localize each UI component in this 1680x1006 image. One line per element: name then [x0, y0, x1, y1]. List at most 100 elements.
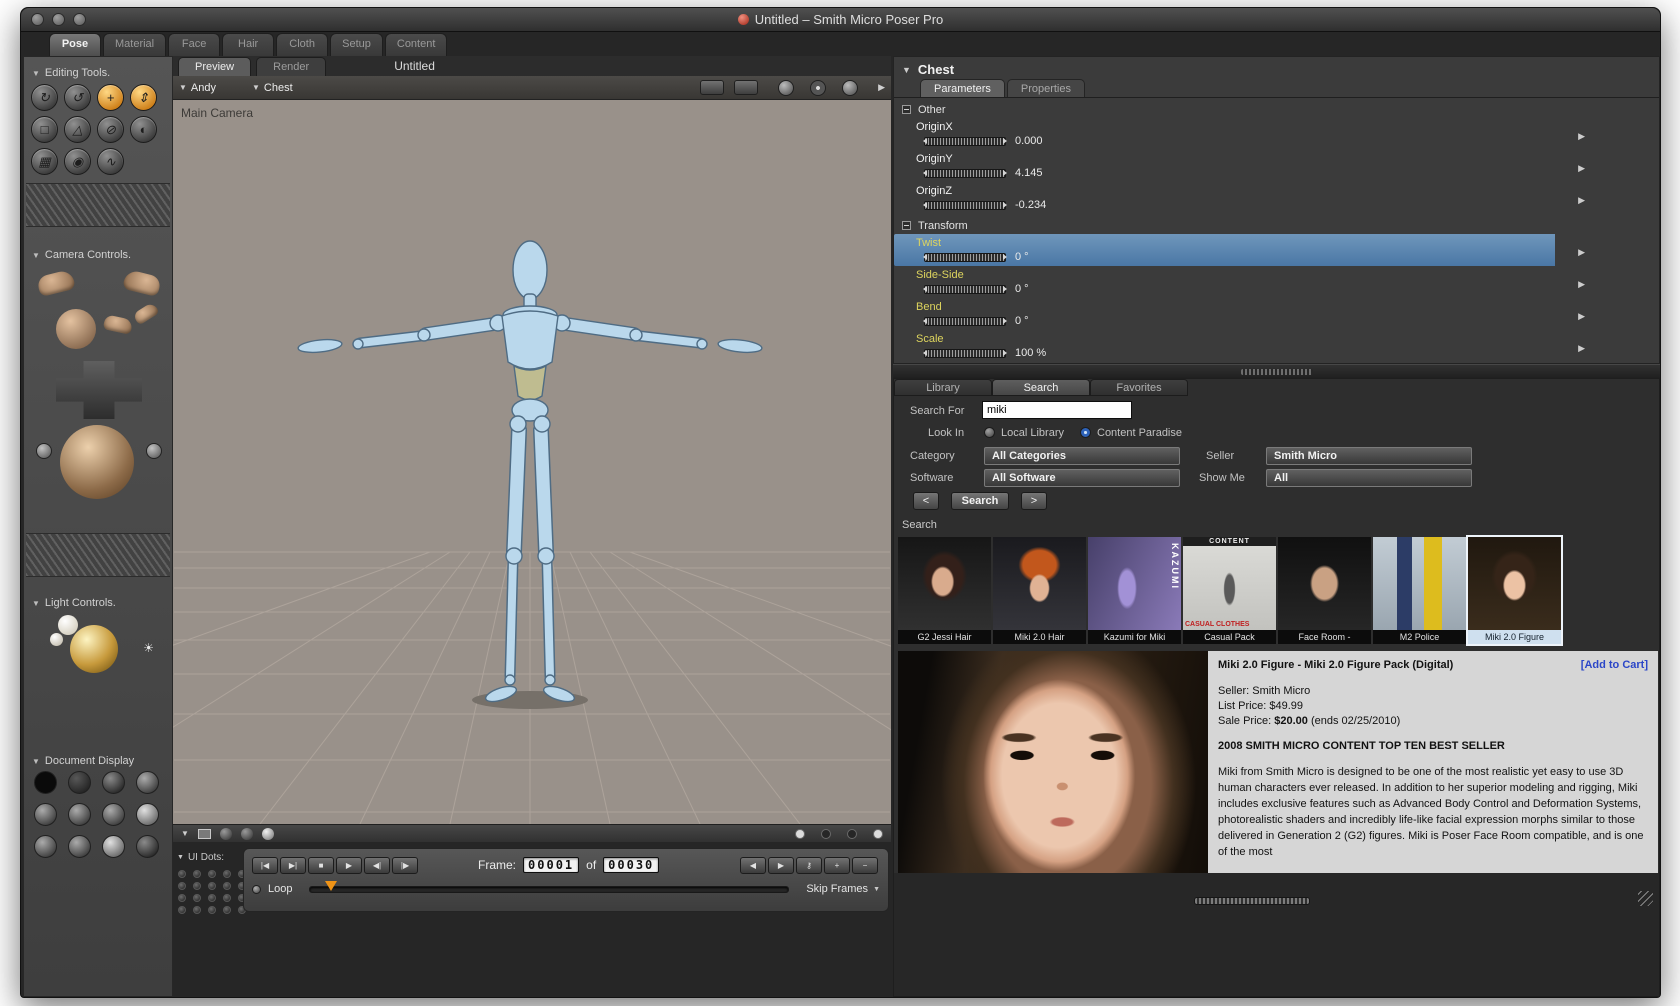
- next-page-button[interactable]: >: [1021, 492, 1047, 510]
- horizontal-scrollbar[interactable]: [1194, 897, 1310, 905]
- current-frame-field[interactable]: 00001: [523, 857, 580, 873]
- selected-part-header[interactable]: ▼ Chest: [894, 57, 1659, 79]
- group-other-header[interactable]: Other: [894, 98, 1659, 118]
- param-label[interactable]: OriginY: [916, 153, 1659, 165]
- display-style-dot-1[interactable]: [795, 828, 805, 839]
- seller-select[interactable]: Smith Micro: [1266, 447, 1472, 465]
- param-label[interactable]: OriginZ: [916, 185, 1659, 197]
- ui-dots-header[interactable]: ▼ UI Dots:: [173, 852, 239, 863]
- camera-hand-left-icon[interactable]: [36, 268, 76, 298]
- tab-preview[interactable]: Preview: [178, 57, 252, 76]
- display-style-dot-4[interactable]: [873, 828, 883, 839]
- tab-render[interactable]: Render: [256, 57, 327, 76]
- light-indicator-1[interactable]: [58, 615, 78, 635]
- delete-keyframe-button[interactable]: −: [852, 856, 878, 874]
- display-style-outline[interactable]: [68, 771, 91, 794]
- param-menu-arrow[interactable]: ▶: [1578, 195, 1585, 206]
- param-dial[interactable]: [923, 252, 1007, 262]
- camera-hand-right-icon[interactable]: [122, 268, 162, 298]
- ui-dot[interactable]: [208, 870, 216, 878]
- camera-trackball[interactable]: [60, 425, 134, 499]
- show-me-select[interactable]: All: [1266, 469, 1472, 487]
- light-trackball[interactable]: [70, 625, 118, 673]
- display-style-wireframe[interactable]: [102, 771, 125, 794]
- add-to-cart-link[interactable]: [Add to Cart]: [1581, 658, 1648, 673]
- search-input[interactable]: [982, 401, 1132, 419]
- stop-button[interactable]: ■: [308, 856, 334, 874]
- tab-material[interactable]: Material: [103, 33, 167, 56]
- viewport-canvas[interactable]: Main Camera: [173, 100, 891, 824]
- tab-cloth[interactable]: Cloth: [276, 33, 329, 56]
- param-dial[interactable]: [923, 136, 1007, 146]
- tab-parameters[interactable]: Parameters: [920, 79, 1005, 97]
- color-tool-button[interactable]: ◐: [130, 116, 157, 143]
- param-label[interactable]: Bend: [916, 301, 1659, 313]
- taper-tool-button[interactable]: △: [64, 116, 91, 143]
- lit-preview-ball[interactable]: [261, 827, 274, 840]
- display-style-dot-3[interactable]: [847, 828, 857, 839]
- splitter-grip[interactable]: [1240, 369, 1313, 375]
- resize-grip[interactable]: [1638, 891, 1653, 906]
- ui-dot[interactable]: [193, 870, 201, 878]
- param-value[interactable]: 0 °: [1015, 251, 1029, 263]
- editing-tools-header[interactable]: ▼ Editing Tools.: [32, 67, 110, 79]
- result-thumb-miki-figure[interactable]: Miki 2.0 Figure: [1466, 535, 1563, 646]
- translate-tool-button[interactable]: +: [97, 84, 124, 111]
- light-controls-header[interactable]: ▼ Light Controls.: [32, 597, 116, 609]
- bodypart-menu[interactable]: ▼ Chest: [252, 82, 293, 94]
- display-style-cartoon[interactable]: [136, 803, 159, 826]
- param-dial[interactable]: [923, 168, 1007, 178]
- view-magnifier-tool-button[interactable]: ◉: [64, 148, 91, 175]
- result-thumb-kazumi[interactable]: KAZUMI Kazumi for Miki: [1088, 537, 1181, 644]
- param-label[interactable]: Twist: [916, 237, 1659, 249]
- translate-inout-tool-button[interactable]: ⇕: [130, 84, 157, 111]
- twist-tool-button[interactable]: ↺: [64, 84, 91, 111]
- light-create-icon[interactable]: ☀: [143, 641, 154, 655]
- left-hand-camera-icon[interactable]: [102, 314, 134, 335]
- morphing-tool-button[interactable]: ∿: [97, 148, 124, 175]
- keyframe-button[interactable]: ⚷: [796, 856, 822, 874]
- camera-roll-ball-right[interactable]: [146, 443, 162, 459]
- param-label[interactable]: Side-Side: [916, 269, 1659, 281]
- display-style-smooth-lined[interactable]: [68, 835, 91, 858]
- result-thumb-g2-jessi-hair[interactable]: G2 Jessi Hair: [898, 537, 991, 644]
- light-indicator-2[interactable]: [50, 633, 63, 646]
- display-style-hidden-line[interactable]: [136, 771, 159, 794]
- step-back-button[interactable]: ◀: [740, 856, 766, 874]
- camera-name-label[interactable]: Main Camera: [181, 106, 253, 120]
- tab-face[interactable]: Face: [168, 33, 221, 56]
- display-style-smooth-shaded[interactable]: [34, 835, 57, 858]
- param-value[interactable]: 0 °: [1015, 283, 1029, 295]
- param-value[interactable]: 100 %: [1015, 347, 1046, 359]
- ui-dot[interactable]: [223, 906, 231, 914]
- result-thumb-m2-police[interactable]: M2 Police: [1373, 537, 1466, 644]
- panel-splitter[interactable]: [893, 364, 1660, 378]
- document-display-header[interactable]: ▼ Document Display: [32, 755, 134, 767]
- ui-dot[interactable]: [178, 870, 186, 878]
- camera-view-button[interactable]: [700, 80, 725, 95]
- camera-dolly-crosspad[interactable]: [56, 361, 142, 419]
- last-frame-button[interactable]: ▶|: [280, 856, 306, 874]
- param-value[interactable]: -0.234: [1015, 199, 1046, 211]
- tab-favorites[interactable]: Favorites: [1090, 379, 1188, 396]
- face-camera-icon[interactable]: [56, 309, 96, 349]
- panel-expand-arrow[interactable]: ▶: [878, 82, 885, 93]
- param-menu-arrow[interactable]: ▶: [1578, 131, 1585, 142]
- tracking-ball-icon[interactable]: [778, 79, 795, 96]
- prev-frame-button[interactable]: ◀|: [364, 856, 390, 874]
- ui-dot[interactable]: [223, 870, 231, 878]
- scale-tool-button[interactable]: □: [31, 116, 58, 143]
- local-library-label[interactable]: Local Library: [1001, 427, 1064, 439]
- depth-cue-toggle[interactable]: [197, 828, 211, 839]
- hand-tool-icon[interactable]: [842, 79, 859, 96]
- display-style-dot-2[interactable]: [821, 828, 831, 839]
- next-frame-button[interactable]: |▶: [392, 856, 418, 874]
- chain-break-tool-button[interactable]: ⊘: [97, 116, 124, 143]
- prev-page-button[interactable]: <: [913, 492, 939, 510]
- param-dial[interactable]: [923, 348, 1007, 358]
- tab-library[interactable]: Library: [894, 379, 992, 396]
- tab-hair[interactable]: Hair: [222, 33, 275, 56]
- tab-properties[interactable]: Properties: [1006, 79, 1085, 97]
- tab-content[interactable]: Content: [384, 33, 448, 56]
- param-dial[interactable]: [923, 284, 1007, 294]
